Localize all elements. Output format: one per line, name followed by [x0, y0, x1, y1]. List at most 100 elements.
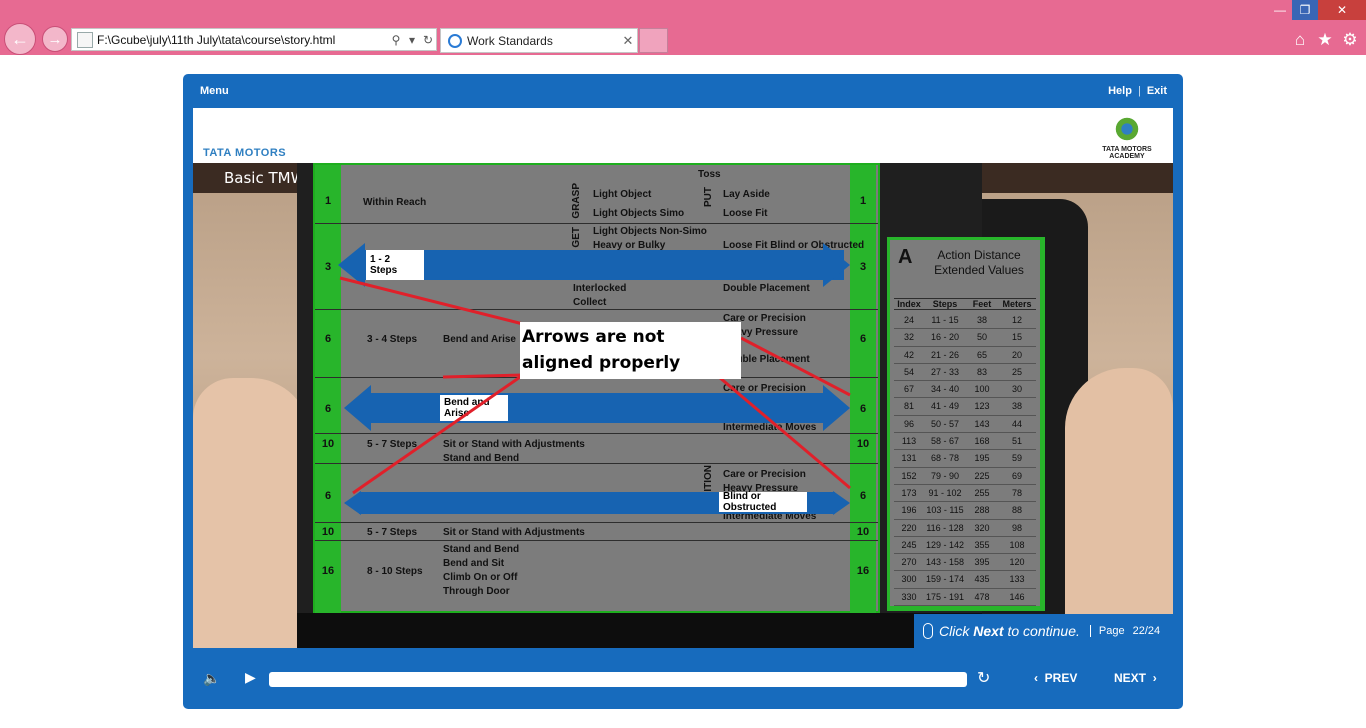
academy-emblem-icon: [1114, 116, 1140, 142]
row-index: 10: [321, 526, 335, 538]
row-index-right: 10: [856, 526, 870, 538]
row-index: 6: [324, 403, 332, 415]
next-button[interactable]: NEXT ›: [1114, 671, 1157, 685]
row-distance: 8 - 10 Steps: [367, 566, 423, 577]
prev-label: PREV: [1044, 671, 1078, 685]
annotation-callout: Arrows are not aligned properly: [520, 322, 741, 379]
extended-table-letter: A: [898, 246, 913, 268]
table-row: 32 16 - 20 50 15: [894, 329, 1036, 347]
seek-bar[interactable]: [269, 672, 967, 687]
row-index: 6: [324, 490, 332, 502]
table-cell: 478: [974, 591, 990, 602]
table-row: 67 34 - 40 100 30: [894, 381, 1036, 399]
row-distance: Within Reach: [363, 197, 427, 208]
top-right-links: Help | Exit: [1108, 85, 1167, 97]
course-player: Menu Help | Exit TATA MOTORS TATA MOTORS…: [183, 74, 1183, 709]
table-row: 42 21 - 26 65 20: [894, 347, 1036, 364]
forward-arrow-icon[interactable]: →: [42, 26, 68, 52]
table-row: 300 159 - 174 435 133: [894, 571, 1036, 589]
restore-icon[interactable]: ❐: [1292, 0, 1318, 20]
row-put: Loose Fit: [723, 208, 768, 219]
table-row-divider: [315, 463, 878, 464]
chevron-right-icon: ›: [1152, 671, 1157, 685]
table-cell: 103 - 115: [926, 505, 964, 516]
table-row: 220 116 - 128 320 98: [894, 520, 1036, 537]
table-cell: 123: [974, 401, 990, 412]
browser-tab[interactable]: Work Standards ✕: [440, 28, 638, 53]
chevron-left-icon: ‹: [1034, 671, 1038, 685]
row-index: 6: [324, 333, 332, 345]
table-cell: 133: [1009, 574, 1025, 585]
table-cell: 27 - 33: [930, 366, 960, 377]
search-icon[interactable]: ⚲: [388, 33, 404, 47]
replay-icon[interactable]: ↻: [977, 668, 990, 688]
continue-message: Click Next to continue.: [939, 623, 1080, 639]
table-cell: 54: [903, 366, 914, 377]
table-cell: 51: [1011, 436, 1022, 447]
address-bar[interactable]: F:\Gcube\july\11th July\tata\course\stor…: [71, 28, 437, 51]
academy-logo: TATA MOTORS ACADEMY: [1091, 116, 1163, 160]
table-row-divider: [315, 522, 878, 523]
exit-link[interactable]: Exit: [1147, 85, 1167, 97]
extended-table-title: Action Distance Extended Values: [934, 248, 1024, 277]
minimize-icon[interactable]: —: [1266, 0, 1294, 20]
refresh-icon[interactable]: ↻: [420, 33, 436, 47]
address-text[interactable]: F:\Gcube\july\11th July\tata\course\stor…: [97, 33, 388, 47]
tab-title: Work Standards: [467, 33, 553, 48]
table-row-divider: [315, 540, 878, 541]
table-cell: 159 - 174: [925, 574, 965, 585]
column-header: Index: [897, 299, 921, 309]
volume-icon[interactable]: 🔈: [203, 670, 220, 687]
row-grasp: Light Object: [593, 189, 652, 200]
help-link[interactable]: Help: [1108, 85, 1132, 97]
row-index-right: 6: [859, 490, 867, 502]
arrow-label: Blind or Obstructed: [719, 491, 807, 513]
table-cell: 288: [974, 505, 990, 516]
next-label: NEXT: [1114, 671, 1147, 685]
menu-link[interactable]: Menu: [200, 85, 229, 97]
close-window-icon[interactable]: ✕: [1318, 0, 1366, 20]
new-tab-button[interactable]: [639, 28, 668, 53]
table-cell: 173: [901, 487, 917, 498]
table-row: 152 79 - 90 225 69: [894, 468, 1036, 485]
table-cell: 21 - 26: [930, 349, 960, 360]
table-row-divider: [315, 309, 878, 310]
play-icon[interactable]: ▶: [245, 669, 256, 686]
table-cell: 108: [1009, 539, 1025, 550]
table-cell: 100: [974, 384, 990, 395]
table-cell: 225: [974, 470, 990, 481]
table-cell: 68 - 78: [930, 453, 960, 464]
row-index-right: 1: [859, 195, 867, 207]
table-cell: 24: [903, 315, 914, 325]
table-cell: 34 - 40: [930, 384, 960, 395]
extended-table-rows: 24 11 - 15 38 12 32 16 - 20 50 15 42 21 - 26 65 20 5…: [894, 312, 1036, 607]
settings-gear-icon[interactable]: ⚙: [1340, 30, 1360, 50]
table-cell: 44: [1011, 418, 1022, 429]
table-cell: 83: [976, 366, 987, 377]
table-cell: 79 - 90: [930, 470, 960, 481]
back-arrow-icon[interactable]: ←: [4, 23, 36, 55]
prev-button[interactable]: ‹ PREV: [1034, 671, 1077, 685]
favorites-star-icon[interactable]: ★: [1315, 30, 1335, 50]
table-cell: 96: [903, 418, 914, 429]
academy-label: TATA MOTORS ACADEMY: [1102, 146, 1152, 160]
table-cell: 129 - 142: [925, 539, 965, 550]
table-row: 54 27 - 33 83 25: [894, 364, 1036, 382]
row-position: Sit or Stand with Adjustments: [443, 439, 585, 450]
close-tab-icon[interactable]: ✕: [619, 33, 637, 49]
table-cell: 120: [1009, 557, 1025, 568]
get-header: GET: [571, 227, 582, 248]
column-header: Steps: [932, 299, 958, 309]
row-position: Bend and Arise: [443, 334, 516, 345]
home-icon[interactable]: ⌂: [1290, 30, 1310, 50]
table-cell: 143: [974, 418, 990, 429]
tablet-bezel-strip: [297, 613, 982, 648]
table-cell: 131: [901, 453, 917, 464]
table-row: 196 103 - 115 288 88: [894, 502, 1036, 520]
table-cell: 113: [901, 436, 917, 447]
tata-motors-logo: TATA MOTORS: [203, 147, 287, 159]
table-cell: 255: [974, 487, 990, 498]
dropdown-icon[interactable]: ▾: [404, 33, 420, 47]
row-position-extra: Bend and Sit: [443, 558, 505, 569]
table-cell: 42: [903, 349, 914, 360]
